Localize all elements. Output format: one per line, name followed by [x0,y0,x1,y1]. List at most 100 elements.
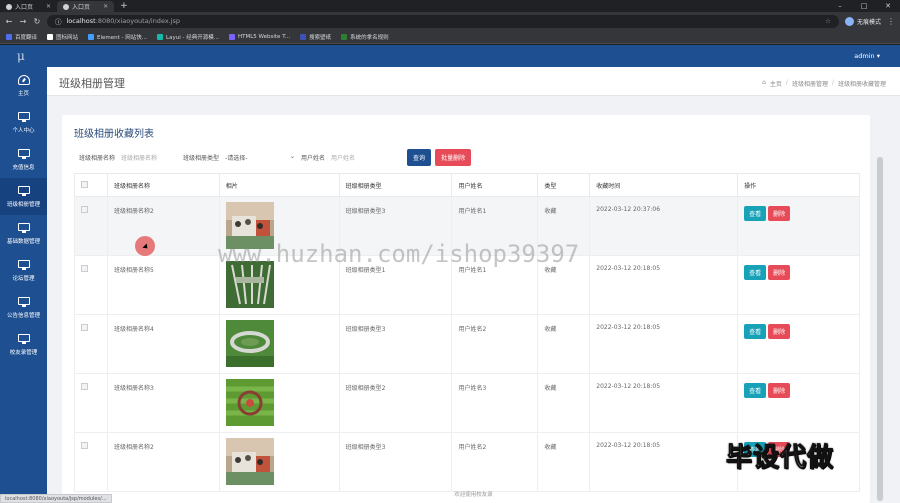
filter-bar: 班级相册名称 班级相册名称 班级相册类型 -请选择- ⌄ 用户姓名 用户姓名 查询… [79,149,472,166]
class-photo-indoor[interactable] [225,438,274,485]
address-bar: ← → ↻ ⓘ localhost:8080/xiaoyouta/index.j… [0,12,900,30]
view-button[interactable]: 查看 [744,206,767,221]
album-type-cell: 班级相册类型3 [338,432,453,492]
query-button[interactable]: 查询 [407,149,432,166]
page-scrollbar[interactable] [876,155,884,503]
actions-cell: 查看 删除 [737,196,860,256]
sidebar-item-recharge[interactable]: 充值信息 [0,141,47,178]
sidebar-item-notice[interactable]: 公告信息管理 [0,289,47,326]
bookmark-favicon-icon [88,33,95,40]
user-menu[interactable]: admin ▾ [854,52,880,60]
bookmark-star-icon[interactable]: ☆ [825,17,831,25]
page-header: 班级相册管理 ⌂ 主页 / 班级相册管理 / 班级相册收藏管理 [47,67,900,96]
class-photo-formation[interactable] [225,379,274,426]
sidebar-item-alumni[interactable]: 校友录管理 [0,326,47,363]
checkbox[interactable] [81,442,88,449]
bookmark-favicon-icon [228,33,235,40]
page-footer: 欢迎使用校友录 [454,492,493,498]
info-icon[interactable]: ⓘ [55,16,62,26]
view-button[interactable]: 查看 [744,265,767,280]
bookmark-label: 搜索壁纸 [309,34,332,41]
album-type-cell: 班级相册类型2 [338,373,453,433]
sidebar-item-label: 校友录管理 [9,349,38,356]
bookmark-favicon-icon [47,33,54,40]
sidebar-item-base-data[interactable]: 基础数据管理 [0,215,47,252]
album-name-cell: 班级相册名称5 [106,255,220,315]
forward-icon[interactable]: → [19,17,27,26]
class-photo-circle[interactable] [225,320,274,367]
actions-cell: 查看 删除 [737,255,860,315]
bookmark-item[interactable]: 系统的拿名规则 [341,33,389,41]
delete-button[interactable]: 删除 [768,265,791,280]
monitor-icon [17,111,30,122]
sidebar-item-forum[interactable]: 论坛管理 [0,252,47,289]
back-icon[interactable]: ← [5,17,13,26]
reload-icon[interactable]: ↻ [33,17,41,26]
bookmark-item[interactable]: 搜索壁纸 [300,33,331,41]
sidebar-item-profile[interactable]: 个人中心 [0,104,47,141]
status-url: localhost:8080/xiaoyouta/jsp/modules/... [0,494,112,503]
class-photo-field-lines[interactable] [225,261,274,308]
checkbox[interactable] [81,383,88,390]
browser-tab-1[interactable]: 入口页 ✕ [0,1,57,12]
tab-close-icon[interactable]: ✕ [46,3,51,10]
checkbox[interactable] [81,324,88,331]
sidebar-item-home[interactable]: 主页 [0,67,47,104]
checkbox[interactable] [81,206,88,213]
bookmark-item[interactable]: Layui - 经典开源模... [157,33,219,41]
checkbox[interactable] [81,265,88,272]
url-path: :8080/xiaoyouta/index.jsp [95,17,181,25]
album-name-input[interactable]: 班级相册名称 [121,153,183,162]
monitor-icon [17,296,30,307]
browser-tab-2[interactable]: 入口页 ✕ [57,1,115,12]
breadcrumb-item[interactable]: 班级相册管理 [792,79,828,88]
table-row: 班级相册名称4 班级相册类型3 用户姓名2 收藏 2022-03-12 20:1… [74,314,860,374]
row-select-cell [74,196,108,256]
row-select-cell [74,314,108,374]
album-name-cell: 班级相册名称4 [106,314,220,374]
app-logo[interactable]: μ [17,49,25,63]
checkbox[interactable] [81,180,88,188]
bookmark-item[interactable]: HTML5 Website T... [228,33,291,40]
table-header-row: 班级相册名称 相片 班级相册类型 用户姓名 类型 收藏时间 操作 [74,173,860,197]
bookmark-item[interactable]: Element - 网站快... [88,33,147,41]
sidebar-item-label: 论坛管理 [12,275,35,282]
user-name-cell: 用户姓名2 [451,314,539,374]
column-header: 相片 [218,173,340,197]
view-button[interactable]: 查看 [744,324,767,339]
header-select-all[interactable] [74,173,108,197]
album-type-select[interactable]: -请选择- ⌄ [225,153,295,162]
tab-label: 入口页 [72,4,91,11]
minimize-icon[interactable]: – [828,1,852,12]
user-name-input[interactable]: 用户姓名 [331,153,403,162]
url-host: localhost [66,17,96,25]
view-button[interactable]: 查看 [744,383,767,398]
maximize-icon[interactable]: □ [852,1,876,12]
batch-delete-button[interactable]: 批量删除 [435,149,472,166]
delete-button[interactable]: 删除 [768,206,791,221]
filter-user-label: 用户姓名 [301,155,326,162]
delete-button[interactable]: 删除 [768,324,791,339]
user-name-cell: 用户姓名2 [451,432,539,492]
bookmark-item[interactable]: 图标网站 [47,33,78,41]
delete-button[interactable]: 删除 [768,383,791,398]
bookmark-label: Layui - 经典开源模... [166,34,219,41]
watermark-text: www.huzhan.com/ishop39397 [218,240,580,268]
bookmark-label: HTML5 Website T... [237,33,291,40]
breadcrumb-item[interactable]: 主页 [770,79,782,88]
browser-menu-icon[interactable]: ⋮ [887,17,895,26]
bookmark-favicon-icon [6,33,12,40]
scrollbar-thumb[interactable] [877,157,883,501]
column-header: 班级相册名称 [106,173,220,197]
time-cell: 2022-03-12 20:18:05 [589,314,739,374]
photo-cell [218,314,340,374]
sidebar-item-label: 基础数据管理 [6,238,40,245]
brand-overlay: 毕设代做 [725,443,835,474]
url-field[interactable]: ⓘ localhost:8080/xiaoyouta/index.jsp ☆ [47,14,839,28]
incognito-profile[interactable]: 无痕模式 [844,16,881,26]
tab-close-icon[interactable]: ✕ [103,3,108,10]
bookmark-item[interactable]: 百度翻译 [6,33,37,41]
new-tab-icon[interactable]: + [114,1,134,12]
close-window-icon[interactable]: ✕ [876,1,900,12]
sidebar-item-class-album[interactable]: 班级相册管理 [0,178,47,215]
